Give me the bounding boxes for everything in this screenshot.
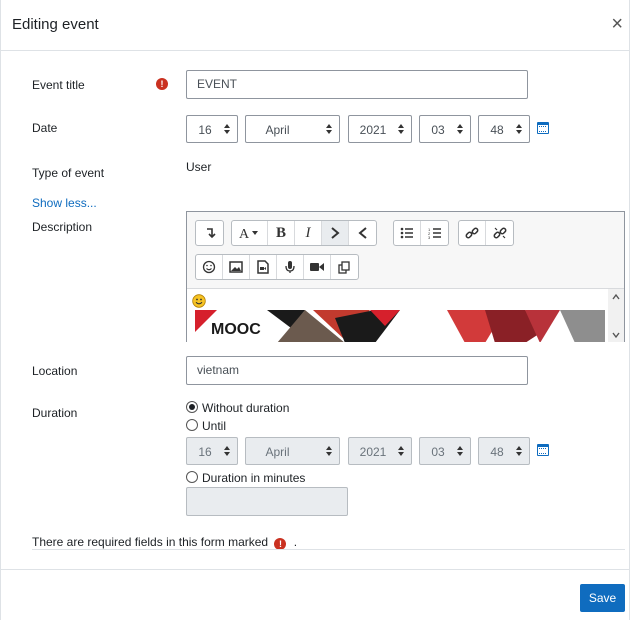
until-day-value: 16 [198,445,212,459]
until-minute-value: 48 [490,445,504,459]
date-label: Date [32,121,58,135]
unordered-list-icon[interactable] [394,221,421,245]
calendar-icon[interactable] [537,122,549,134]
location-label: Location [32,364,78,378]
modal-header: Editing event × [1,0,629,51]
type-of-event-label: Type of event [32,166,105,180]
duration-minutes-input[interactable] [186,487,348,516]
event-title-input[interactable]: EVENT [186,70,528,99]
until-month-select[interactable]: April [245,437,340,465]
radio-without-duration[interactable] [186,401,198,413]
form-divider [32,549,625,550]
image-icon[interactable] [223,255,250,279]
until-day-select[interactable]: 16 [186,437,238,465]
until-minute-select[interactable]: 48 [478,437,530,465]
font-color-icon[interactable]: A [232,221,268,245]
toolbar-group-collapse [195,220,224,246]
modal-footer-divider [1,569,629,570]
until-year-select[interactable]: 2021 [348,437,412,465]
show-less-link[interactable]: Show less... [32,196,97,210]
until-month-value: April [265,445,290,459]
emoji-icon[interactable] [196,255,223,279]
duration-minutes-label: Duration in minutes [202,471,306,485]
mooc-banner-image: MOOC [195,310,605,342]
italic-icon[interactable]: I [295,221,322,245]
record-video-icon[interactable] [304,255,331,279]
record-audio-icon[interactable] [277,255,304,279]
day-select[interactable]: 16 [186,115,238,143]
manage-files-icon[interactable] [331,255,358,279]
date-selector: 16 April 2021 03 48 [186,115,566,143]
ltr-icon[interactable] [322,221,349,245]
toolbar-group-links [458,220,514,246]
until-label: Until [202,419,227,433]
modal-title: Editing event [12,16,99,33]
unlink-icon[interactable] [486,221,513,245]
toolbar-group-format: A B I [231,220,377,246]
bold-icon[interactable]: B [268,221,295,245]
until-hour-value: 03 [431,445,445,459]
svg-text:3: 3 [428,235,431,239]
month-value: April [265,123,290,137]
editor-content[interactable]: MOOC [187,288,624,342]
required-fields-note: There are required fields in this form m… [32,535,297,550]
required-note-suffix: . [293,535,298,549]
day-value: 16 [198,123,212,137]
description-label: Description [32,220,93,234]
close-button[interactable]: × [611,12,623,36]
event-title-label: Event title [32,78,85,92]
description-editor: A B I 123 MOOC [186,211,625,342]
year-select[interactable]: 2021 [348,115,412,143]
banner-text: MOOC [211,321,261,338]
minute-value: 48 [490,123,504,137]
until-hour-select[interactable]: 03 [419,437,471,465]
radio-duration-minutes[interactable] [186,471,198,483]
month-select[interactable]: April [245,115,340,143]
collapse-icon[interactable] [196,221,223,245]
edit-event-modal: Editing event × Event title ! EVENT Date… [0,0,630,620]
until-year-value: 2021 [359,445,387,459]
toolbar-group-lists: 123 [393,220,449,246]
required-note-text: There are required fields in this form m… [32,535,269,549]
type-of-event-value: User [186,160,212,174]
location-input[interactable]: vietnam [186,356,528,385]
ordered-list-icon[interactable]: 123 [421,221,448,245]
until-calendar-icon[interactable] [537,444,549,456]
duration-label: Duration [32,406,78,420]
hour-value: 03 [431,123,445,137]
year-value: 2021 [359,123,387,137]
hour-select[interactable]: 03 [419,115,471,143]
svg-text:A: A [239,227,250,240]
save-button[interactable]: Save [580,584,625,612]
radio-until[interactable] [186,419,198,431]
until-date-selector: 16 April 2021 03 48 [186,437,566,465]
smiley-emoji [192,294,206,308]
editor-scrollbar[interactable] [608,289,624,342]
required-icon: ! [156,78,168,90]
rtl-icon[interactable] [349,221,376,245]
media-icon[interactable] [250,255,277,279]
link-icon[interactable] [459,221,486,245]
minute-select[interactable]: 48 [478,115,530,143]
toolbar-group-insert [195,254,359,280]
without-duration-label: Without duration [202,401,290,415]
